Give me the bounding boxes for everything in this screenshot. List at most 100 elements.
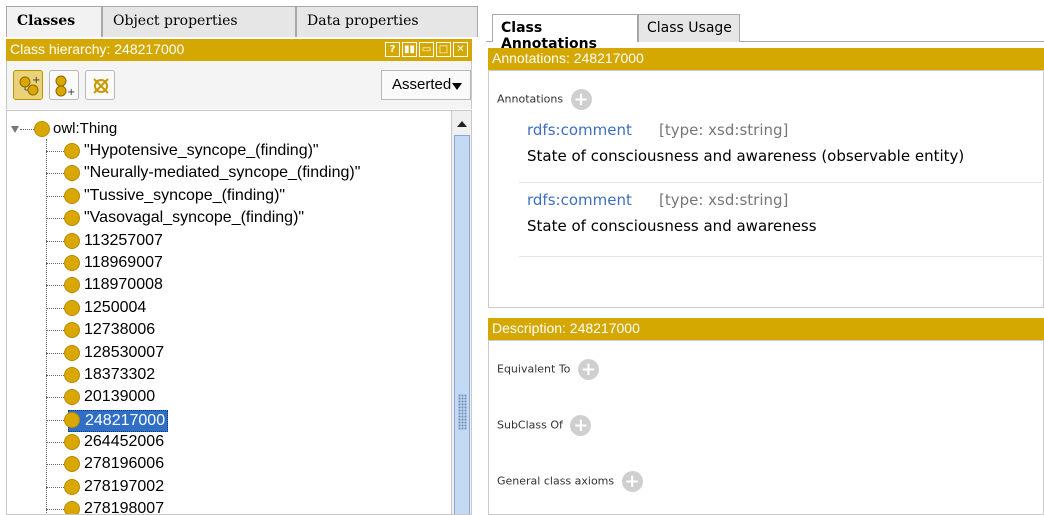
tree-item[interactable]: 18373302 (7, 364, 447, 386)
tree-item-label[interactable]: 248217000 (68, 409, 169, 432)
right-tab-bar: Class Annotations Class Usage (486, 0, 1044, 52)
class-icon (64, 344, 80, 361)
tree-item-label[interactable]: 128530007 (68, 343, 166, 363)
subclass-of-section: SubClass Of + (497, 415, 592, 436)
tree-item[interactable]: 278196006 (7, 453, 447, 475)
class-details-panel: Class Annotations Class Usage Annotation… (486, 0, 1044, 515)
tree-item-label[interactable]: 113257007 (68, 231, 165, 251)
general-class-axioms-label: General class axioms (497, 474, 615, 488)
tree-item-label[interactable]: 118969007 (68, 253, 165, 273)
tree-item[interactable]: 278197002 (7, 476, 447, 498)
delete-class-icon (93, 78, 109, 94)
delete-class-button[interactable] (85, 70, 115, 100)
tree-item-label[interactable]: "Neurally-mediated_syncope_(finding)" (68, 163, 362, 183)
chevron-down-icon (452, 83, 462, 90)
tree-scrollbar[interactable] (451, 111, 471, 514)
tree-item[interactable]: 20139000 (7, 386, 447, 408)
help-icon[interactable]: ? (385, 42, 400, 57)
add-annotation-icon[interactable]: + (570, 89, 592, 110)
tree-item-label[interactable]: "Vasovagal_syncope_(finding)" (68, 208, 306, 228)
tree-item[interactable]: 1250004 (7, 297, 447, 319)
annotation-value: State of consciousness and awareness (ob… (527, 147, 965, 165)
svg-text:+: + (67, 87, 75, 97)
add-sibling-class-icon: + (55, 75, 75, 97)
annotation-type: [type: xsd:string] (659, 121, 789, 139)
tree-root-owl-thing[interactable]: owl:Thing (53, 120, 117, 137)
tree-item-label[interactable]: 20139000 (68, 387, 157, 407)
scroll-up-arrow-icon[interactable] (457, 121, 467, 127)
tree-item[interactable]: "Hypotensive_syncope_(finding)" (7, 140, 447, 162)
tree-item[interactable]: 248217000 (7, 409, 447, 432)
tab-object-properties[interactable]: Object properties (102, 6, 296, 37)
class-icon (64, 501, 80, 514)
scrollbar-grip (458, 394, 467, 430)
class-icon (64, 366, 80, 383)
asserted-dropdown-label: Asserted (392, 76, 452, 93)
tree-items: "Hypotensive_syncope_(finding)" "Neurally… (7, 140, 447, 514)
class-hierarchy-title: Class hierarchy: 248217000 (10, 41, 185, 57)
tree-item[interactable]: 118970008 (7, 274, 447, 296)
annotation-property[interactable]: rdfs:comment (527, 121, 632, 139)
add-general-class-axiom-icon[interactable]: + (621, 471, 643, 492)
class-hierarchy-toolbar: + + Asserted (6, 61, 472, 109)
left-tab-bar: Classes Object properties Data propertie… (0, 0, 480, 38)
class-hierarchy-header: Class hierarchy: 248217000 ? ▮▮ ▭ □ ✕ (6, 39, 472, 61)
subclass-of-label: SubClass Of (497, 418, 563, 432)
class-icon (34, 121, 50, 137)
tree-item[interactable]: 278198007 (7, 498, 447, 514)
annotation-value: State of consciousness and awareness (527, 217, 817, 235)
tree-item[interactable]: "Vasovagal_syncope_(finding)" (7, 207, 447, 229)
tree-item-label[interactable]: 118970008 (68, 275, 165, 295)
class-icon (64, 478, 80, 495)
add-equivalent-to-icon[interactable]: + (577, 359, 599, 380)
tab-classes[interactable]: Classes (6, 6, 102, 37)
class-icon (64, 434, 80, 451)
annotation-row[interactable]: rdfs:comment [type: xsd:string] State of… (519, 191, 1044, 257)
tree-item[interactable]: "Tussive_syncope_(finding)" (7, 185, 447, 207)
maximize-view-icon[interactable]: □ (436, 42, 451, 57)
add-subclass-icon: + (19, 75, 40, 96)
tab-class-annotations[interactable]: Class Annotations (492, 14, 638, 52)
close-view-icon[interactable]: ✕ (453, 42, 468, 57)
minimize-view-icon[interactable]: ▭ (419, 42, 434, 57)
annotation-property[interactable]: rdfs:comment (527, 191, 632, 209)
tree-item-label[interactable]: "Hypotensive_syncope_(finding)" (68, 141, 321, 161)
class-hierarchy-panel: Classes Object properties Data propertie… (0, 0, 480, 515)
add-subclass-of-icon[interactable]: + (570, 415, 592, 436)
scrollbar-thumb[interactable] (454, 135, 470, 514)
tree-item[interactable]: 12738006 (7, 319, 447, 341)
split-view-icon[interactable]: ▮▮ (402, 42, 417, 57)
tree-item-label[interactable]: 264452006 (68, 432, 166, 452)
tree-item-label[interactable]: "Tussive_syncope_(finding)" (68, 186, 287, 206)
tree-item[interactable]: 118969007 (7, 252, 447, 274)
class-icon (64, 254, 80, 271)
view-buttons: ? ▮▮ ▭ □ ✕ (385, 42, 468, 57)
tree-item-label[interactable]: 1250004 (68, 298, 148, 318)
tree-item[interactable]: 128530007 (7, 342, 447, 364)
tree-item[interactable]: "Neurally-mediated_syncope_(finding)" (7, 162, 447, 184)
tree-item-label[interactable]: 12738006 (68, 320, 157, 340)
add-subclass-button[interactable]: + (13, 70, 43, 100)
tree-item-label[interactable]: 18373302 (68, 365, 157, 385)
add-sibling-class-button[interactable]: + (49, 70, 79, 100)
description-area: Equivalent To + SubClass Of + General cl… (488, 340, 1044, 515)
tree-item[interactable]: 113257007 (7, 230, 447, 252)
class-icon (64, 411, 80, 428)
annotation-row[interactable]: rdfs:comment [type: xsd:string] State of… (519, 121, 1044, 183)
class-icon (64, 299, 80, 316)
class-icon (64, 322, 80, 339)
annotations-section: Annotations + (497, 89, 592, 110)
class-icon (64, 232, 80, 249)
tab-data-properties[interactable]: Data properties (296, 6, 478, 37)
annotations-section-label: Annotations (497, 92, 564, 106)
tree-item[interactable]: 264452006 (7, 431, 447, 453)
class-icon (64, 143, 80, 159)
tab-class-usage[interactable]: Class Usage (638, 14, 740, 42)
tree-item-label[interactable]: 278196006 (68, 454, 166, 474)
expand-triangle-icon[interactable] (11, 126, 19, 133)
class-tree: owl:Thing "Hypotensive_syncope_(finding)… (6, 110, 472, 515)
asserted-dropdown[interactable]: Asserted (381, 70, 471, 100)
annotations-header: Annotations: 248217000 (488, 48, 1044, 70)
tree-item-label[interactable]: 278197002 (68, 477, 166, 497)
tree-item-label[interactable]: 278198007 (68, 499, 166, 514)
